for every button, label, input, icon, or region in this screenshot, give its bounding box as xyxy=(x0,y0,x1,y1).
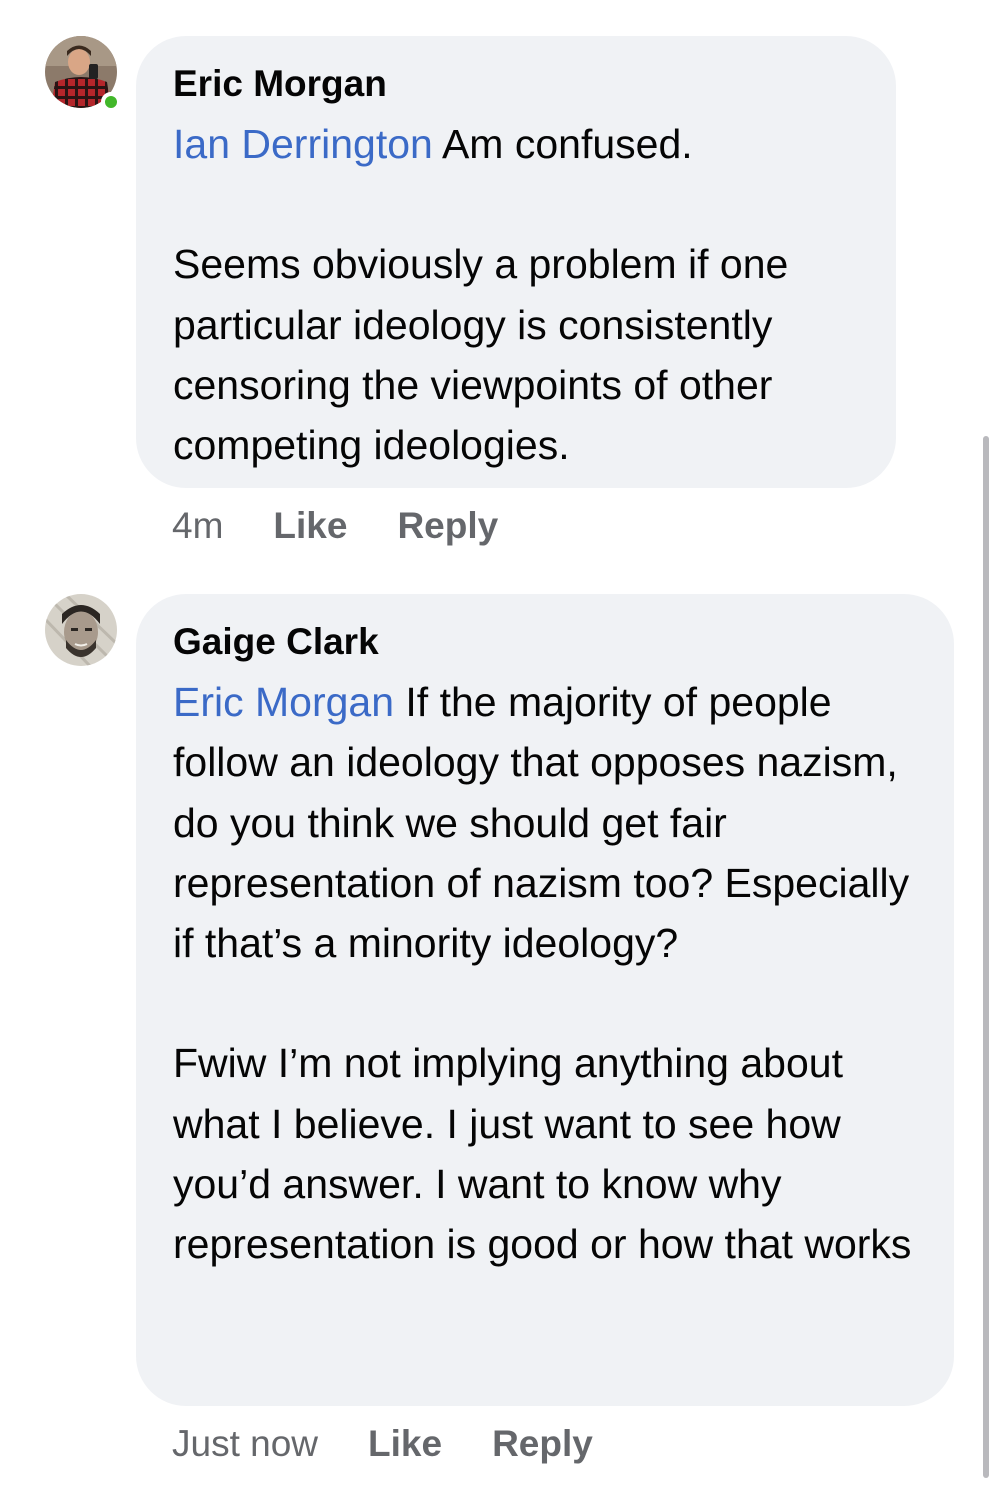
avatar-gaige-clark[interactable] xyxy=(45,594,117,666)
online-status-icon xyxy=(101,92,121,112)
comment-author[interactable]: Eric Morgan xyxy=(173,62,860,106)
comment-timestamp[interactable]: Just now xyxy=(172,1423,318,1465)
avatar-eric-morgan[interactable] xyxy=(45,36,121,112)
comment-text: Ian Derrington Am confused. xyxy=(173,114,860,174)
comment-author[interactable]: Gaige Clark xyxy=(173,620,918,664)
like-button[interactable]: Like xyxy=(368,1423,442,1465)
comment-actions: Just now Like Reply xyxy=(172,1423,593,1465)
reply-button[interactable]: Reply xyxy=(397,505,498,547)
mention-link[interactable]: Eric Morgan xyxy=(173,679,394,725)
like-button[interactable]: Like xyxy=(273,505,347,547)
comment-text-paragraph: Seems obviously a problem if one particu… xyxy=(173,241,789,469)
comment-timestamp[interactable]: 4m xyxy=(172,505,223,547)
mention-link[interactable]: Ian Derrington xyxy=(173,121,433,167)
comment-bubble: Gaige Clark Eric Morgan If the majority … xyxy=(136,594,954,1406)
comment-text-paragraph: Fwiw I’m not implying anything about wha… xyxy=(173,1040,912,1268)
avatar-gaige-clark-icon xyxy=(45,594,117,666)
scrollbar[interactable] xyxy=(983,436,989,1478)
comment-text: Eric Morgan If the majority of people fo… xyxy=(173,672,918,973)
comment-text-line: Am confused. xyxy=(432,121,693,167)
comment-actions: 4m Like Reply xyxy=(172,505,498,547)
comment-bubble: Eric Morgan Ian Derrington Am confused. … xyxy=(136,36,896,488)
reply-button[interactable]: Reply xyxy=(492,1423,593,1465)
